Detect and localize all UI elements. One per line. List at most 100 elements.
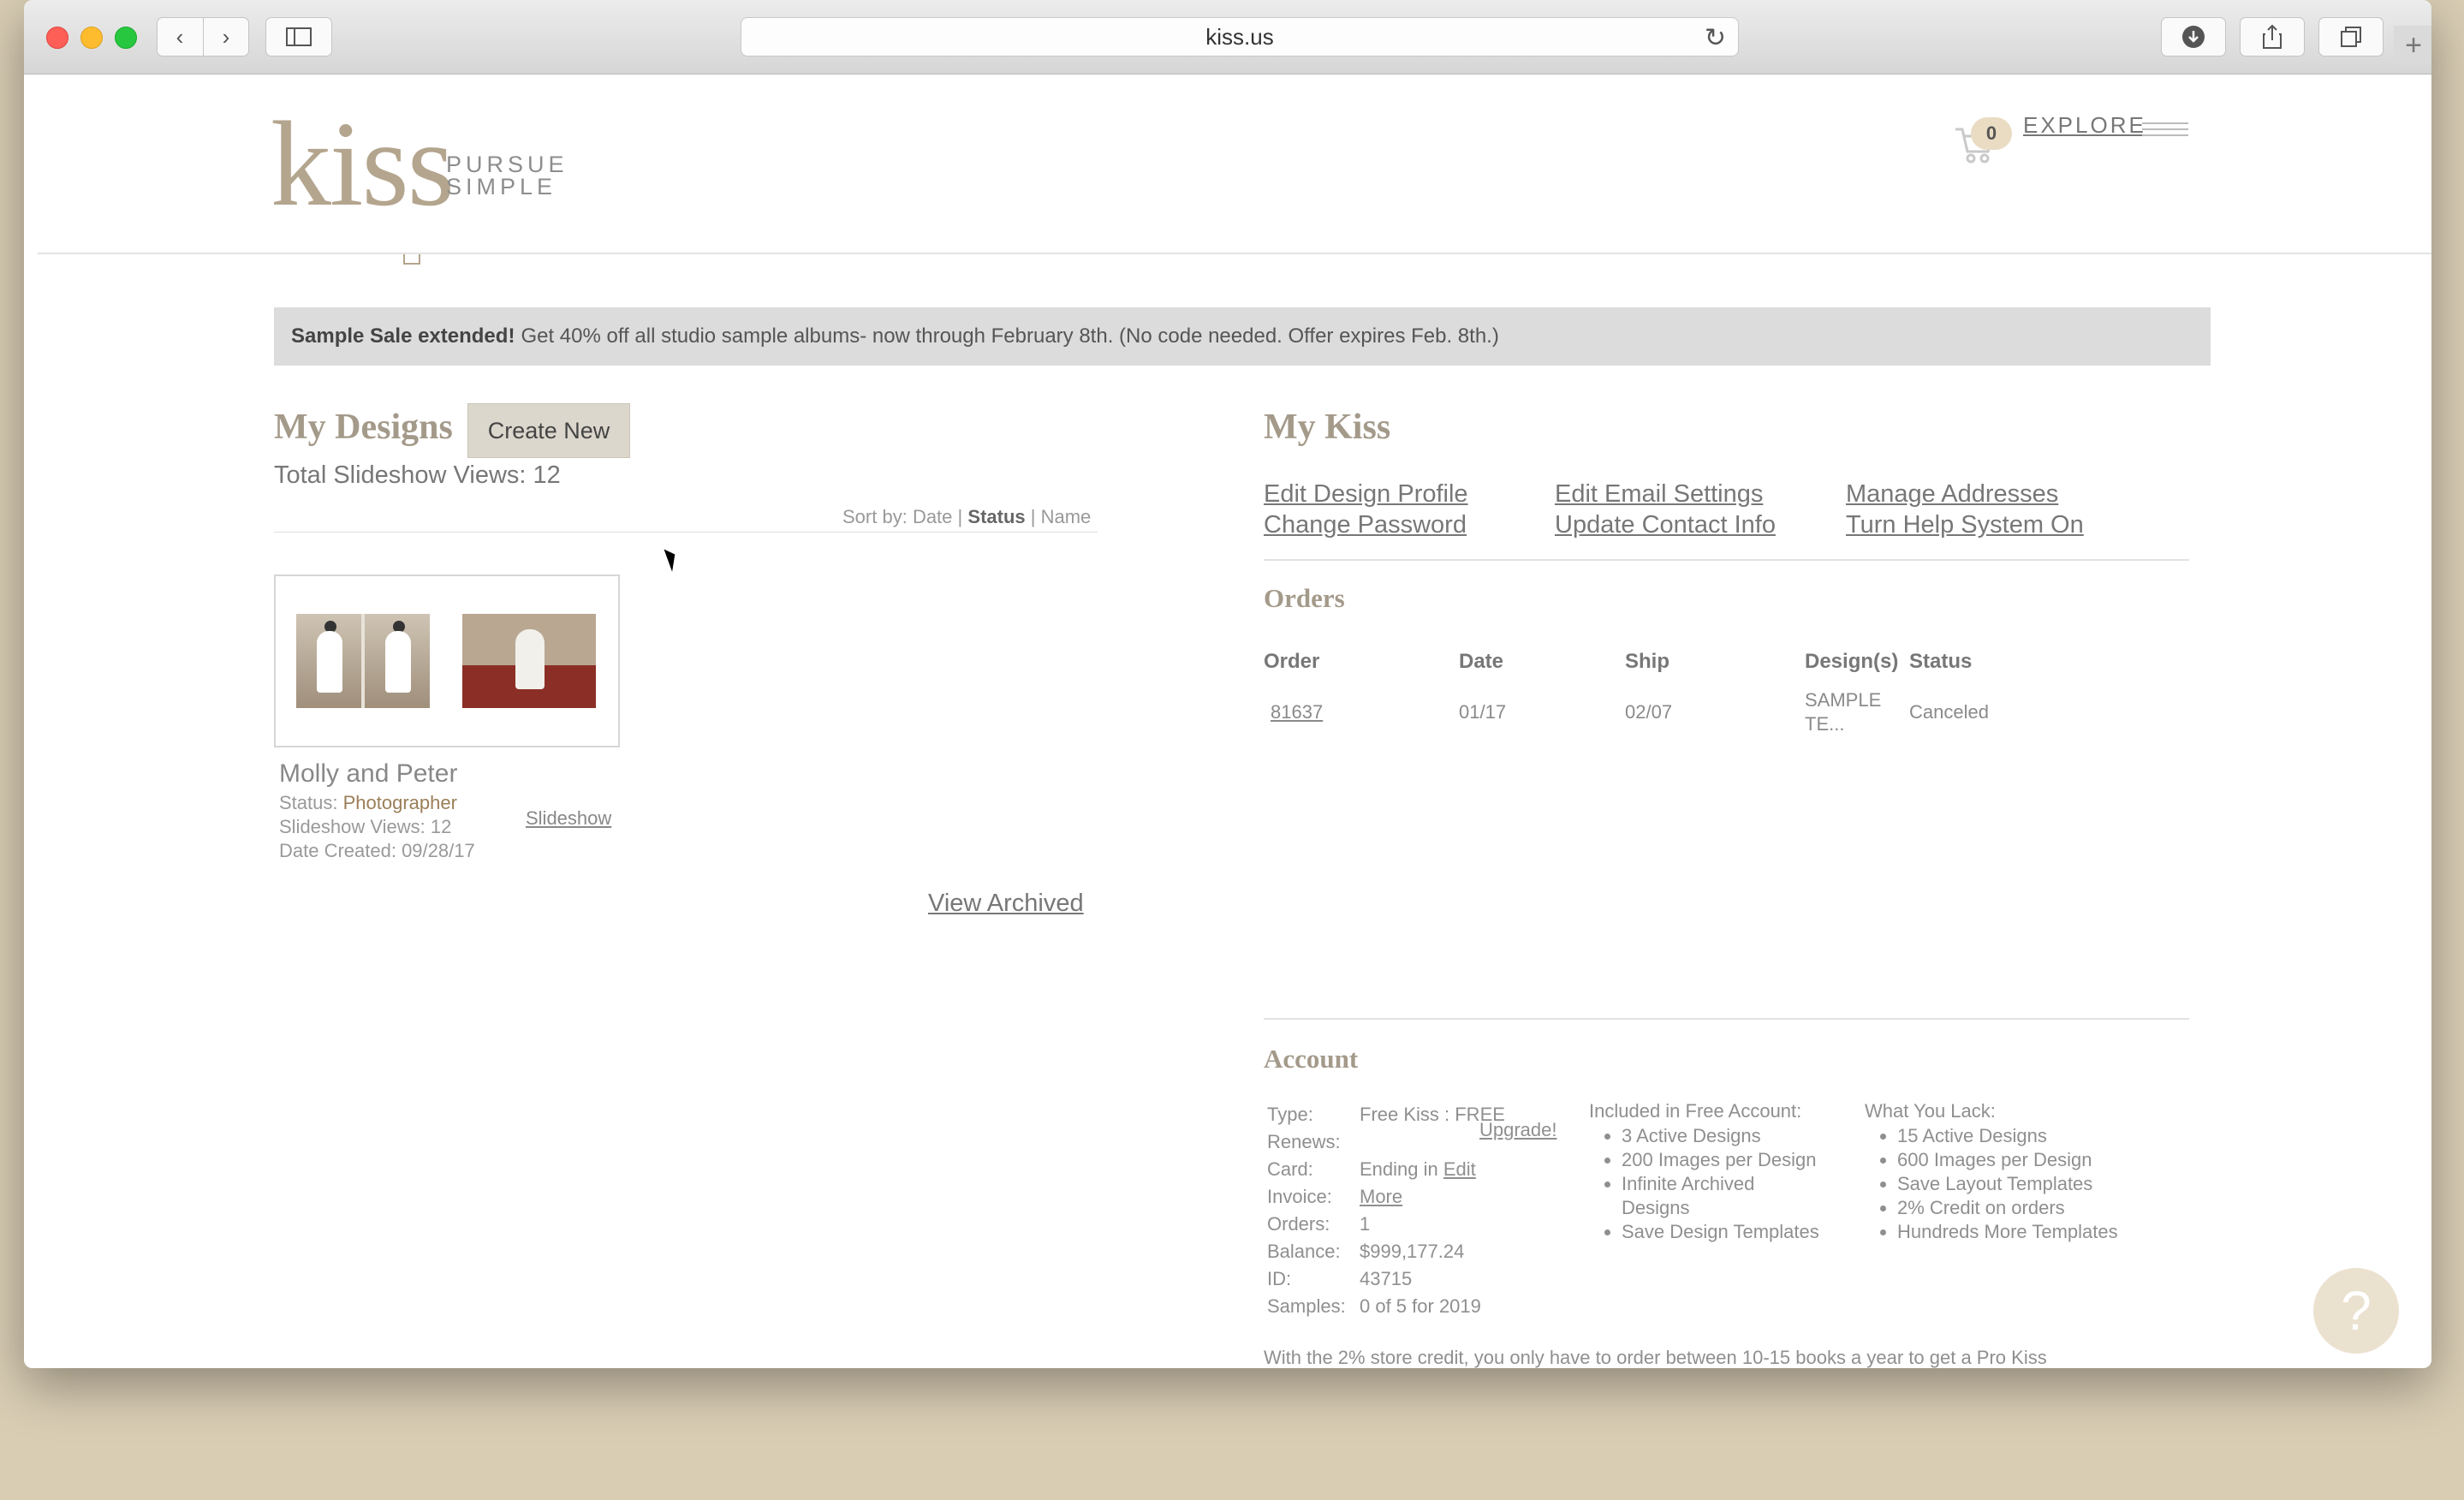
order-status: Canceled (1909, 701, 1989, 723)
show-tabs-button[interactable] (2318, 17, 2384, 57)
manage-addresses-link[interactable]: Manage Addresses (1846, 480, 2058, 509)
cart-count-badge: 0 (1971, 117, 2012, 150)
list-item: 200 Images per Design (1622, 1148, 1878, 1172)
design-thumbnail-card[interactable] (274, 574, 620, 747)
explore-link[interactable]: EXPLORE (2023, 112, 2146, 139)
order-ship-date: 02/07 (1625, 701, 1673, 723)
order-date: 01/17 (1459, 701, 1507, 723)
share-button[interactable] (2240, 17, 2305, 57)
orders-col-ship: Ship (1625, 650, 1669, 673)
designs-divider (274, 532, 1098, 533)
order-number-link[interactable]: 81637 (1271, 701, 1323, 723)
order-design-line2: TE... (1805, 713, 1845, 735)
lack-list: 15 Active Designs 600 Images per Design … (1865, 1124, 2205, 1244)
browser-toolbar: ‹ › kiss.us ↻ + (24, 0, 2431, 74)
view-archived-link[interactable]: View Archived (928, 890, 1084, 918)
share-icon (2263, 24, 2282, 49)
create-new-button[interactable]: Create New (467, 403, 630, 458)
list-item: Infinite Archived Designs (1622, 1172, 1801, 1220)
address-bar[interactable]: kiss.us ↻ (741, 17, 1739, 57)
new-tab-button[interactable]: + (2394, 26, 2431, 65)
cart-button[interactable]: 0 (1950, 110, 2012, 164)
list-item: 2% Credit on orders (1897, 1196, 2205, 1220)
photo (365, 614, 430, 708)
upgrade-link[interactable]: Upgrade! (1479, 1119, 1557, 1141)
help-button[interactable]: ? (2313, 1268, 2399, 1354)
close-window-button[interactable] (46, 27, 68, 49)
design-views: Slideshow Views: 12 (279, 816, 452, 837)
card-edit-link[interactable]: Edit (1443, 1158, 1476, 1180)
list-item: Save Design Templates (1622, 1220, 1878, 1244)
account-id-label: ID: (1267, 1268, 1292, 1289)
edit-email-settings-link[interactable]: Edit Email Settings (1555, 480, 1763, 509)
account-card-label: Card: (1267, 1158, 1313, 1180)
account-id-value: 43715 (1360, 1268, 1413, 1289)
web-page: kiss PURSUE SIMPLE 0 EXPLORE Sample Sale… (24, 74, 2431, 1368)
card-ending-text: Ending in (1360, 1158, 1438, 1180)
orders-col-status: Status (1909, 650, 1973, 673)
edit-design-profile-link[interactable]: Edit Design Profile (1264, 480, 1468, 509)
account-renews-label: Renews: (1267, 1131, 1341, 1152)
invoice-more-link[interactable]: More (1360, 1186, 1402, 1208)
sidebar-icon (286, 27, 312, 46)
banner-text: Get 40% off all studio sample albums- no… (521, 324, 1499, 348)
kiss-logo[interactable]: kiss PURSUE SIMPLE (271, 96, 566, 265)
orders-col-designs: Design(s) (1805, 650, 1899, 673)
list-item: Save Layout Templates (1897, 1172, 2205, 1196)
status-label: Status: (279, 792, 338, 813)
logo-tab (403, 253, 420, 265)
downloads-button[interactable] (2161, 17, 2226, 57)
account-invoice-label: Invoice: (1267, 1186, 1332, 1207)
question-icon: ? (2341, 1280, 2372, 1342)
design-date-created: Date Created: 09/28/17 (279, 840, 475, 861)
slideshow-link[interactable]: Slideshow (526, 807, 611, 830)
included-list: 3 Active Designs 200 Images per Design I… (1589, 1124, 1878, 1244)
menu-icon[interactable] (2142, 122, 2188, 140)
mouse-cursor-icon (664, 546, 681, 572)
design-spread-image (462, 614, 596, 708)
nav-buttons: ‹ › (157, 17, 249, 57)
chevron-right-icon: › (222, 23, 230, 50)
list-item: Hundreds More Templates (1897, 1220, 2205, 1244)
forward-button[interactable]: › (202, 18, 249, 56)
header-divider (38, 253, 2431, 254)
design-name[interactable]: Molly and Peter (279, 759, 457, 789)
sidebar-toggle-button[interactable] (265, 17, 332, 57)
my-designs-title: My Designs (274, 408, 453, 447)
turn-help-system-on-link[interactable]: Turn Help System On (1846, 511, 2084, 539)
list-item: 3 Active Designs (1622, 1124, 1878, 1148)
download-icon (2182, 26, 2205, 48)
sort-status[interactable]: Status (967, 506, 1025, 527)
my-kiss-title: My Kiss (1264, 408, 1391, 447)
reload-icon[interactable]: ↻ (1705, 23, 1726, 53)
plus-icon: + (2405, 28, 2422, 62)
sort-separator: | (957, 506, 963, 527)
url-text: kiss.us (1205, 23, 1274, 50)
update-contact-info-link[interactable]: Update Contact Info (1555, 511, 1776, 539)
sort-name[interactable]: Name (1041, 506, 1092, 527)
order-design-line1: SAMPLE (1805, 689, 1882, 711)
list-item: 600 Images per Design (1897, 1148, 2205, 1172)
browser-window: ‹ › kiss.us ↻ + kiss PURSUE SIMPLE 0 EXP… (24, 0, 2431, 1368)
zoom-window-button[interactable] (115, 27, 137, 49)
sort-label: Sort by: (842, 506, 908, 527)
design-status: Status: Photographer (279, 792, 457, 814)
back-button[interactable]: ‹ (158, 18, 203, 56)
account-balance-value: $999,177.24 (1360, 1241, 1465, 1262)
lack-title: What You Lack: (1865, 1100, 1996, 1122)
account-footnote: With the 2% store credit, you only have … (1264, 1347, 2047, 1368)
account-title: Account (1264, 1044, 1359, 1074)
sort-date[interactable]: Date (913, 506, 952, 527)
minimize-window-button[interactable] (80, 27, 103, 49)
banner-bold: Sample Sale extended! (291, 324, 515, 348)
logo-wordmark: kiss (271, 96, 455, 231)
account-divider (1264, 1018, 2189, 1020)
status-value: Photographer (342, 792, 457, 813)
list-item: 15 Active Designs (1897, 1124, 2205, 1148)
logo-tagline-2: SIMPLE (446, 174, 557, 199)
orders-title: Orders (1264, 583, 1345, 613)
change-password-link[interactable]: Change Password (1264, 511, 1467, 539)
tabs-icon (2341, 27, 2361, 47)
account-card-value: Ending in Edit (1360, 1158, 1476, 1181)
account-orders-value: 1 (1360, 1213, 1371, 1235)
